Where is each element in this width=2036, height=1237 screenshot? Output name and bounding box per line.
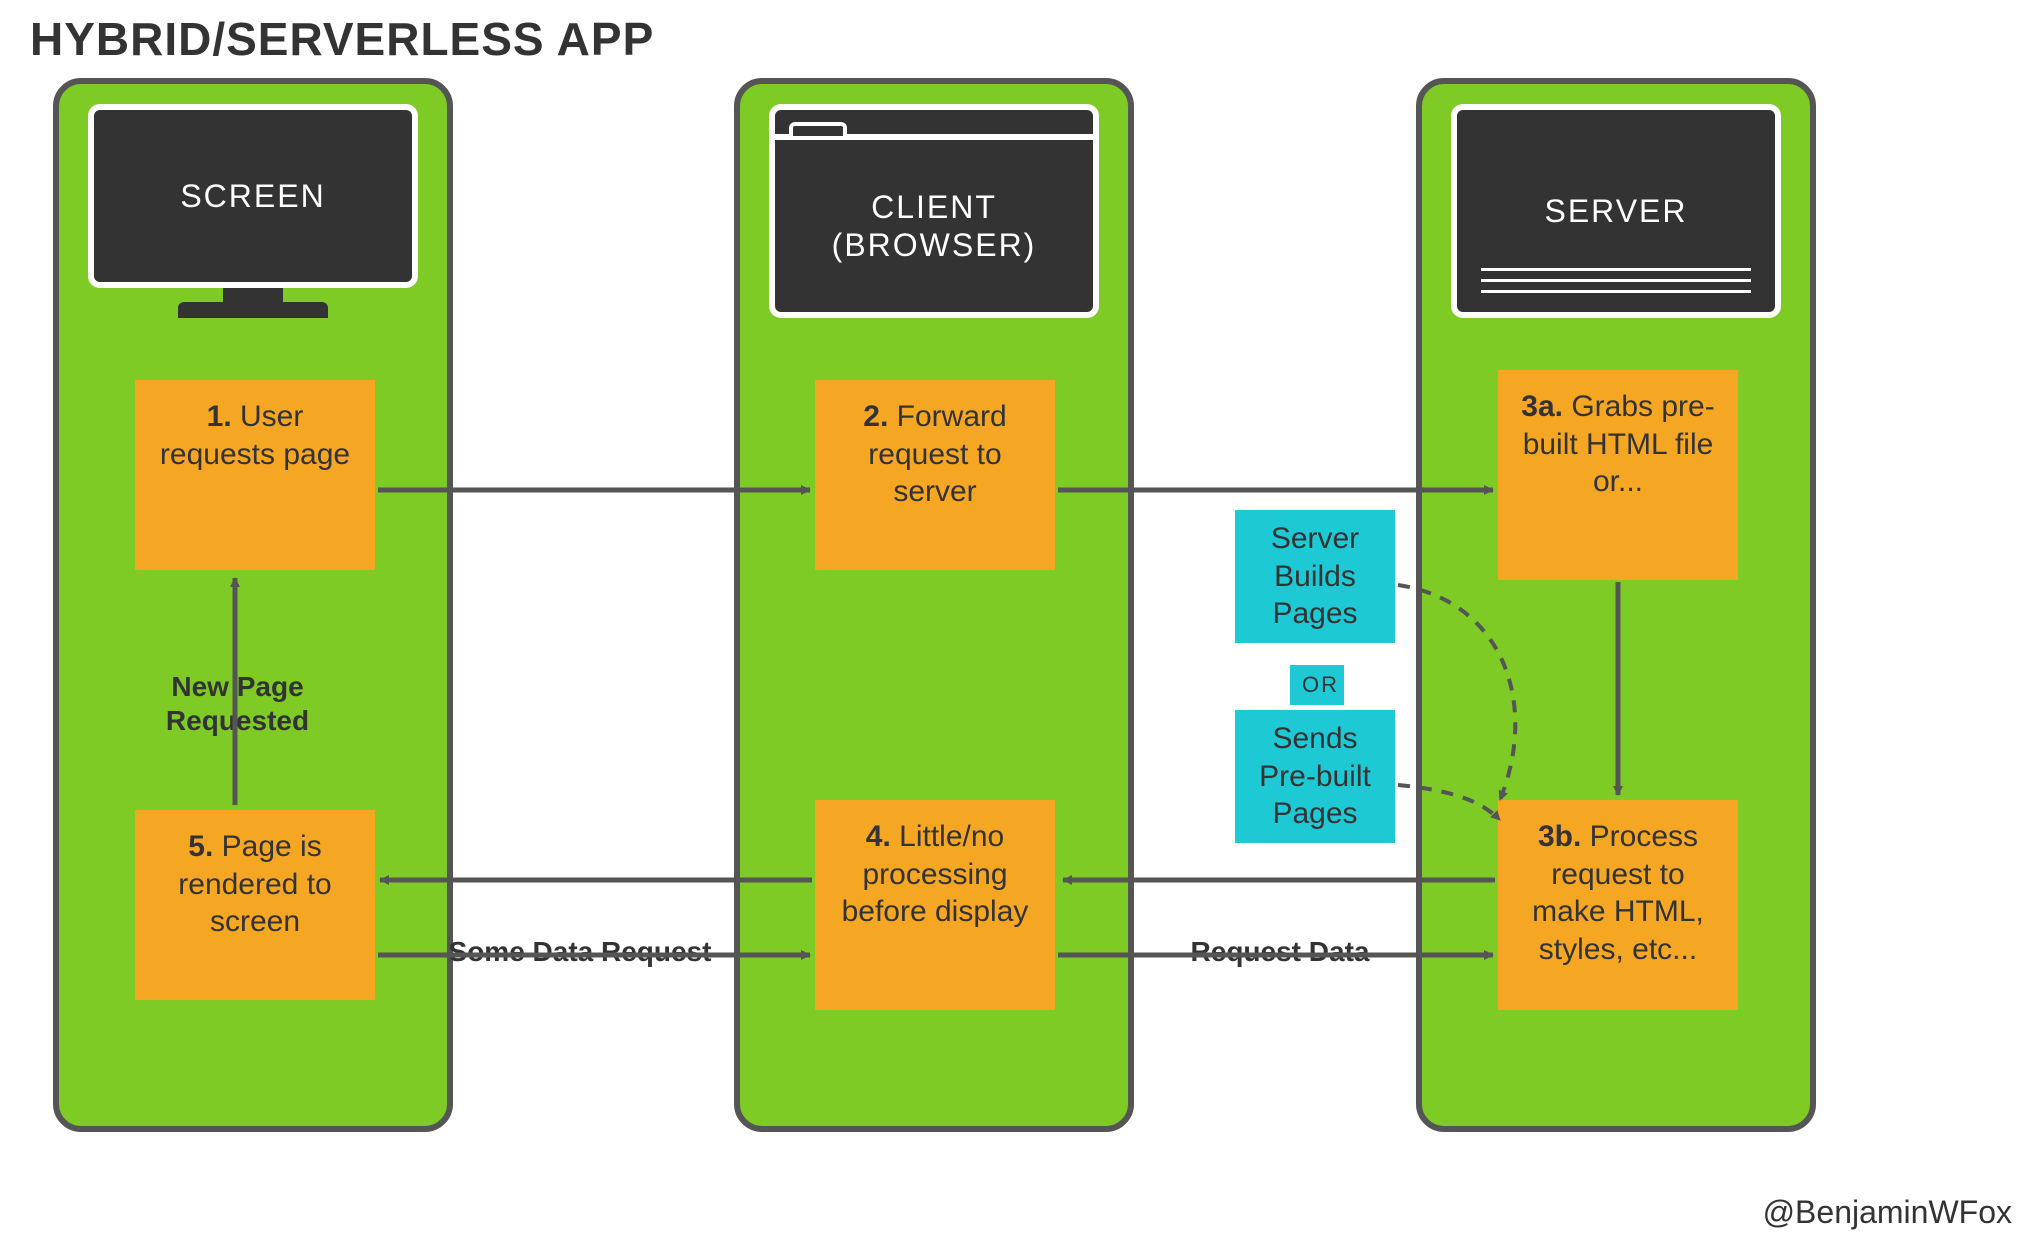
step-2-card: 2. Forward request to server [815, 380, 1055, 570]
step-4-card: 4. Little/no processing before display [815, 800, 1055, 1010]
step-3b-card: 3b. Process request to make HTML, styles… [1498, 800, 1738, 1010]
attribution: @BenjaminWFox [1763, 1194, 2012, 1231]
new-page-label: New Page Requested [120, 670, 355, 737]
some-data-label: Some Data Request [430, 935, 730, 969]
step-1-text: User requests page [160, 400, 350, 471]
step-3a-card: 3a. Grabs pre-built HTML file or... [1498, 370, 1738, 580]
step-3a-num: 3a. [1521, 390, 1563, 423]
step-2-text: Forward request to server [868, 400, 1006, 508]
step-5-num: 5. [188, 830, 213, 863]
request-data-label: Request Data [1165, 935, 1395, 969]
server-label: SERVER [1544, 192, 1687, 230]
step-1-card: 1. User requests page [135, 380, 375, 570]
diagram-title: HYBRID/SERVERLESS APP [30, 12, 654, 66]
monitor-icon: SCREEN [88, 104, 418, 318]
or-note: OR [1290, 665, 1344, 705]
step-2-num: 2. [863, 400, 888, 433]
client-label: CLIENT (BROWSER) [832, 188, 1037, 265]
server-builds-note: Server Builds Pages [1235, 510, 1395, 643]
server-icon: SERVER [1451, 104, 1781, 318]
diagram-canvas: HYBRID/SERVERLESS APP SCREEN CLIENT (BRO… [0, 0, 2036, 1237]
step-5-card: 5. Page is rendered to screen [135, 810, 375, 1000]
step-4-num: 4. [866, 820, 891, 853]
step-3b-num: 3b. [1538, 820, 1581, 853]
screen-label: SCREEN [180, 177, 325, 215]
prebuilt-note: Sends Pre-built Pages [1235, 710, 1395, 843]
browser-icon: CLIENT (BROWSER) [769, 104, 1099, 318]
step-1-num: 1. [207, 400, 232, 433]
